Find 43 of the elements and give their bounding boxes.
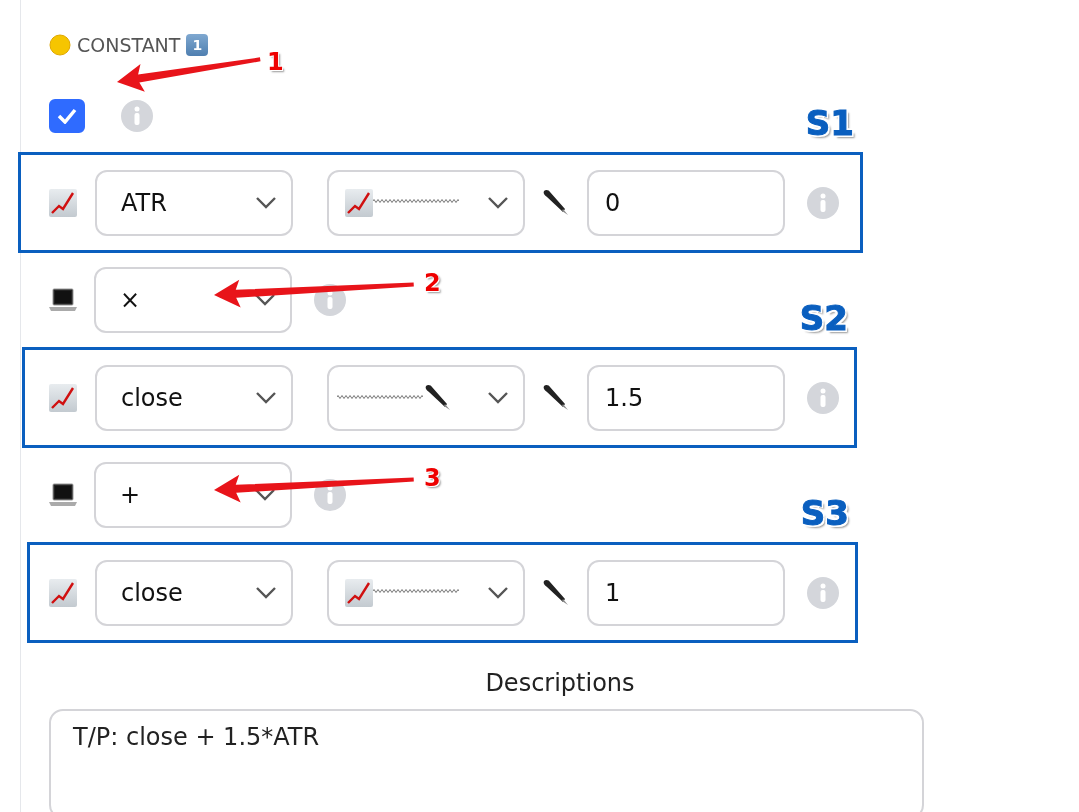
chevron-icon — [255, 195, 277, 210]
chart-icon — [345, 188, 373, 217]
value-input[interactable]: 0 — [587, 169, 785, 236]
style-select[interactable] — [327, 559, 525, 626]
chevron-icon — [254, 293, 276, 307]
annotation-label: S3 — [800, 493, 849, 533]
chevron-icon — [255, 585, 277, 600]
chart-icon — [345, 578, 373, 607]
pen-icon — [423, 382, 453, 413]
pen-icon — [541, 187, 571, 218]
section-title: CONSTANT — [77, 34, 181, 56]
annotation-label: S1 — [805, 103, 854, 143]
operator-select[interactable]: × — [94, 267, 292, 333]
chart-icon — [49, 188, 77, 217]
enable-checkbox[interactable] — [49, 99, 85, 133]
source-select[interactable]: ATR — [95, 169, 293, 236]
chart-icon — [49, 383, 77, 412]
laptop-icon — [49, 482, 77, 508]
value-input[interactable]: 1.5 — [587, 364, 785, 431]
annotation-number: 1 — [267, 48, 284, 76]
style-select[interactable] — [327, 364, 525, 431]
check-icon — [57, 108, 77, 124]
style-select[interactable] — [327, 169, 525, 236]
chevron-icon — [487, 585, 509, 600]
source-select[interactable]: close — [95, 364, 293, 431]
operator-select[interactable]: + — [94, 462, 292, 528]
pen-icon — [541, 577, 571, 608]
annotation-number: 3 — [424, 464, 441, 492]
number-badge: 1 — [186, 34, 209, 56]
annotation-label: S2 — [799, 298, 848, 338]
laptop-icon — [49, 287, 77, 313]
chevron-icon — [487, 390, 509, 405]
chevron-icon — [487, 195, 509, 210]
pen-icon — [541, 382, 571, 413]
circle-icon — [49, 34, 71, 56]
chevron-icon — [255, 390, 277, 405]
chevron-icon — [254, 488, 276, 502]
source-select[interactable]: close — [95, 559, 293, 626]
chart-icon — [49, 578, 77, 607]
descriptions-textarea[interactable]: T/P: close + 1.5*ATR — [49, 709, 924, 812]
value-input[interactable]: 1 — [587, 559, 785, 626]
descriptions-heading: Descriptions — [484, 669, 635, 697]
annotation-number: 2 — [424, 269, 441, 297]
